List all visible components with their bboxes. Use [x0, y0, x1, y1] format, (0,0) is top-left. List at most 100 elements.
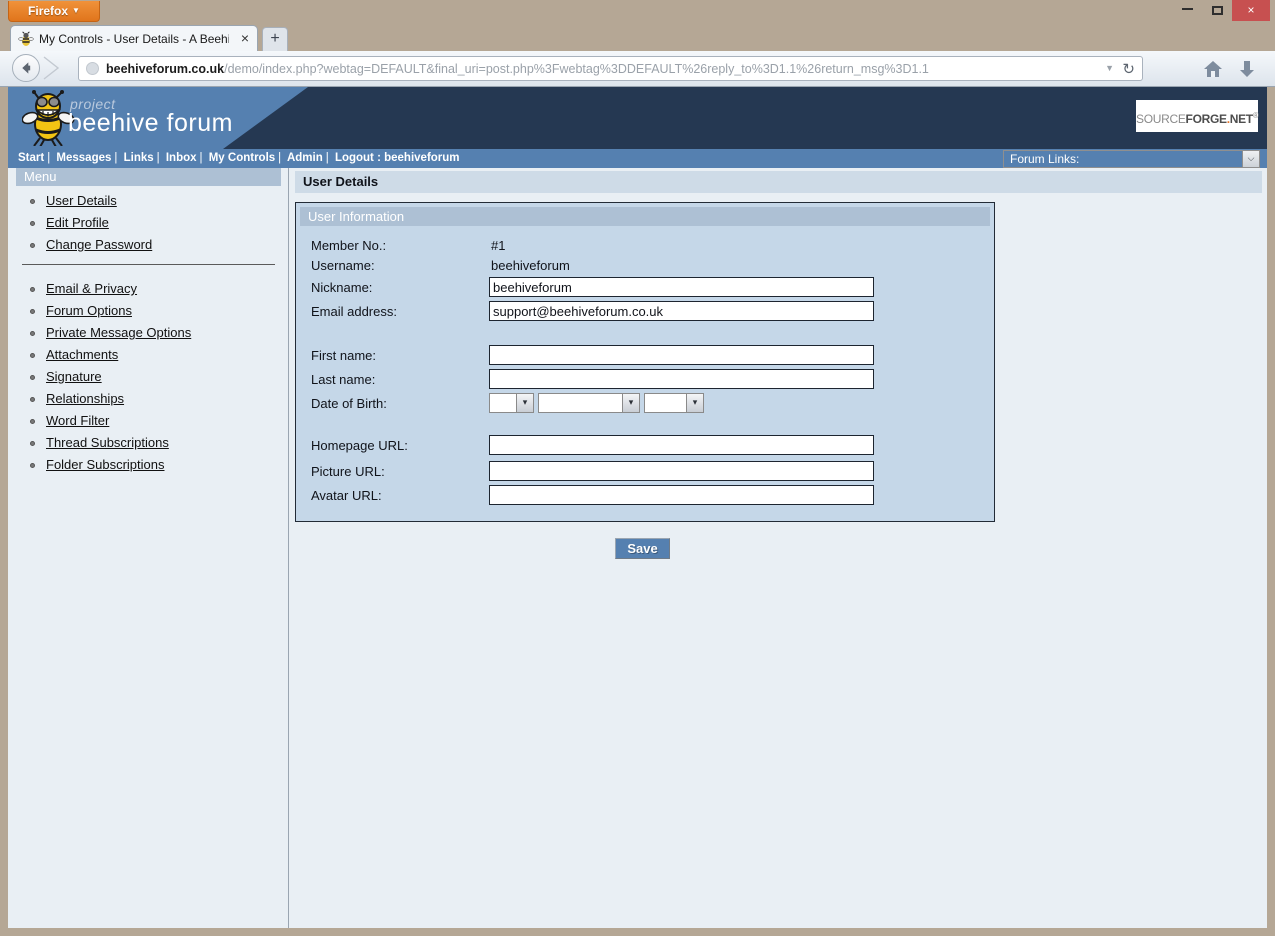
first-name-input[interactable]: [489, 345, 874, 365]
sidebar-divider: [22, 264, 275, 265]
first-name-label: First name:: [311, 345, 376, 367]
content-title-bar: User Details: [295, 171, 1262, 193]
sidebar-item-private-message-options[interactable]: Private Message Options: [16, 322, 281, 344]
navigation-toolbar: beehiveforum.co.uk/demo/index.php?webtag…: [0, 51, 1275, 87]
sidebar-item-label[interactable]: Private Message Options: [46, 325, 191, 340]
window-maximize-button[interactable]: [1202, 0, 1232, 21]
sidebar-item-edit-profile[interactable]: Edit Profile: [16, 212, 281, 234]
home-button[interactable]: [1202, 59, 1224, 79]
sidebar-item-attachments[interactable]: Attachments: [16, 344, 281, 366]
window-close-button[interactable]: ×: [1232, 0, 1270, 21]
new-tab-button[interactable]: +: [262, 27, 288, 51]
page-title: User Details: [303, 171, 378, 193]
user-information-panel: User Information Member No.: #1 Username…: [295, 202, 995, 522]
homepage-url-label: Homepage URL:: [311, 435, 408, 457]
bullet-icon: [30, 441, 35, 446]
avatar-url-input[interactable]: [489, 485, 874, 505]
back-arrow-icon: [13, 55, 39, 81]
sidebar-item-label[interactable]: User Details: [46, 193, 117, 208]
tab-close-icon[interactable]: ×: [241, 30, 249, 46]
nickname-input[interactable]: [489, 277, 874, 297]
sidebar-item-change-password[interactable]: Change Password: [16, 234, 281, 256]
sidebar-item-label[interactable]: Folder Subscriptions: [46, 457, 165, 472]
sidebar-item-forum-options[interactable]: Forum Options: [16, 300, 281, 322]
logo-brand-text: beehive forum: [68, 109, 233, 138]
email-label: Email address:: [311, 301, 397, 323]
email-input[interactable]: [489, 301, 874, 321]
window-minimize-button[interactable]: [1172, 0, 1202, 21]
sidebar-item-label[interactable]: Word Filter: [46, 413, 109, 428]
save-button[interactable]: Save: [615, 538, 670, 559]
dob-day-select[interactable]: ▾: [489, 393, 534, 413]
member-no-value: #1: [491, 235, 505, 257]
sidebar-item-user-details[interactable]: User Details: [16, 190, 281, 212]
last-name-label: Last name:: [311, 369, 375, 391]
nav-item-links[interactable]: Links: [124, 152, 154, 164]
nav-item-messages[interactable]: Messages: [56, 152, 111, 164]
tab-strip: My Controls - User Details - A Beehiv...…: [0, 22, 1275, 51]
tab-my-controls[interactable]: My Controls - User Details - A Beehiv...…: [10, 25, 258, 51]
sidebar-item-word-filter[interactable]: Word Filter: [16, 410, 281, 432]
firefox-menu-button[interactable]: Firefox▼: [8, 1, 100, 22]
address-bar[interactable]: beehiveforum.co.uk/demo/index.php?webtag…: [78, 56, 1143, 81]
url-path: /demo/index.php?webtag=DEFAULT&final_uri…: [224, 62, 929, 76]
sidebar-item-label[interactable]: Signature: [46, 369, 102, 384]
panel-header: User Information: [300, 207, 990, 226]
home-icon: [1202, 59, 1224, 79]
globe-icon: [86, 62, 99, 75]
maximize-icon: [1212, 6, 1223, 15]
bullet-icon: [30, 287, 35, 292]
nav-item-logout[interactable]: Logout : beehiveforum: [335, 152, 460, 164]
sidebar-item-label[interactable]: Forum Options: [46, 303, 132, 318]
row-picture-url: Picture URL:: [296, 461, 996, 485]
site-navigation-bar: Start| Messages| Links| Inbox| My Contro…: [8, 149, 1267, 168]
back-button[interactable]: [12, 54, 40, 82]
nav-separator: |: [114, 152, 117, 164]
sidebar-item-label[interactable]: Attachments: [46, 347, 118, 362]
dob-year-select[interactable]: ▾: [644, 393, 704, 413]
sf-part1: SOURCE: [1136, 112, 1186, 126]
address-dropdown-icon[interactable]: ▼: [1105, 63, 1114, 73]
sidebar-item-email-privacy[interactable]: Email & Privacy: [16, 278, 281, 300]
nav-item-start[interactable]: Start: [18, 152, 44, 164]
page-viewport: project beehive forum SOURCEFORGE.NET® S…: [8, 87, 1267, 928]
dob-month-select[interactable]: ▾: [538, 393, 640, 413]
row-email: Email address:: [296, 301, 996, 325]
firefox-menu-label: Firefox: [28, 4, 68, 18]
sidebar-item-thread-subscriptions[interactable]: Thread Subscriptions: [16, 432, 281, 454]
homepage-url-input[interactable]: [489, 435, 874, 455]
nav-separator: |: [157, 152, 160, 164]
downloads-button[interactable]: [1238, 59, 1256, 79]
nav-item-admin[interactable]: Admin: [287, 152, 323, 164]
reload-icon[interactable]: ↻: [1122, 60, 1135, 79]
sidebar-item-folder-subscriptions[interactable]: Folder Subscriptions: [16, 454, 281, 476]
row-avatar-url: Avatar URL:: [296, 485, 996, 509]
url-domain: beehiveforum.co.uk: [106, 62, 224, 76]
username-value: beehiveforum: [491, 255, 570, 277]
forum-links-label: Forum Links:: [1010, 151, 1079, 167]
bullet-icon: [30, 397, 35, 402]
last-name-input[interactable]: [489, 369, 874, 389]
nav-item-inbox[interactable]: Inbox: [166, 152, 197, 164]
chevron-down-icon: ▾: [516, 394, 533, 412]
forum-links-dropdown[interactable]: Forum Links: ⌵: [1003, 150, 1260, 168]
row-homepage-url: Homepage URL:: [296, 435, 996, 459]
chevron-down-icon: ▾: [686, 394, 703, 412]
sidebar-item-label[interactable]: Relationships: [46, 391, 124, 406]
sourceforge-logo[interactable]: SOURCEFORGE.NET®: [1136, 100, 1258, 132]
sf-part5: ®: [1253, 111, 1259, 120]
page-body: Menu User Details Edit Profile Change Pa…: [8, 168, 1267, 928]
site-nav-links: Start| Messages| Links| Inbox| My Contro…: [18, 149, 460, 168]
picture-url-label: Picture URL:: [311, 461, 385, 483]
sidebar-group-account: User Details Edit Profile Change Passwor…: [16, 190, 281, 256]
sidebar-item-label[interactable]: Email & Privacy: [46, 281, 137, 296]
sidebar-item-relationships[interactable]: Relationships: [16, 388, 281, 410]
forward-button[interactable]: [42, 56, 74, 80]
sidebar-item-label[interactable]: Change Password: [46, 237, 152, 252]
sidebar-item-signature[interactable]: Signature: [16, 366, 281, 388]
sidebar-item-label[interactable]: Edit Profile: [46, 215, 109, 230]
nav-item-my-controls[interactable]: My Controls: [209, 152, 275, 164]
member-no-label: Member No.:: [311, 235, 386, 257]
picture-url-input[interactable]: [489, 461, 874, 481]
sidebar-item-label[interactable]: Thread Subscriptions: [46, 435, 169, 450]
